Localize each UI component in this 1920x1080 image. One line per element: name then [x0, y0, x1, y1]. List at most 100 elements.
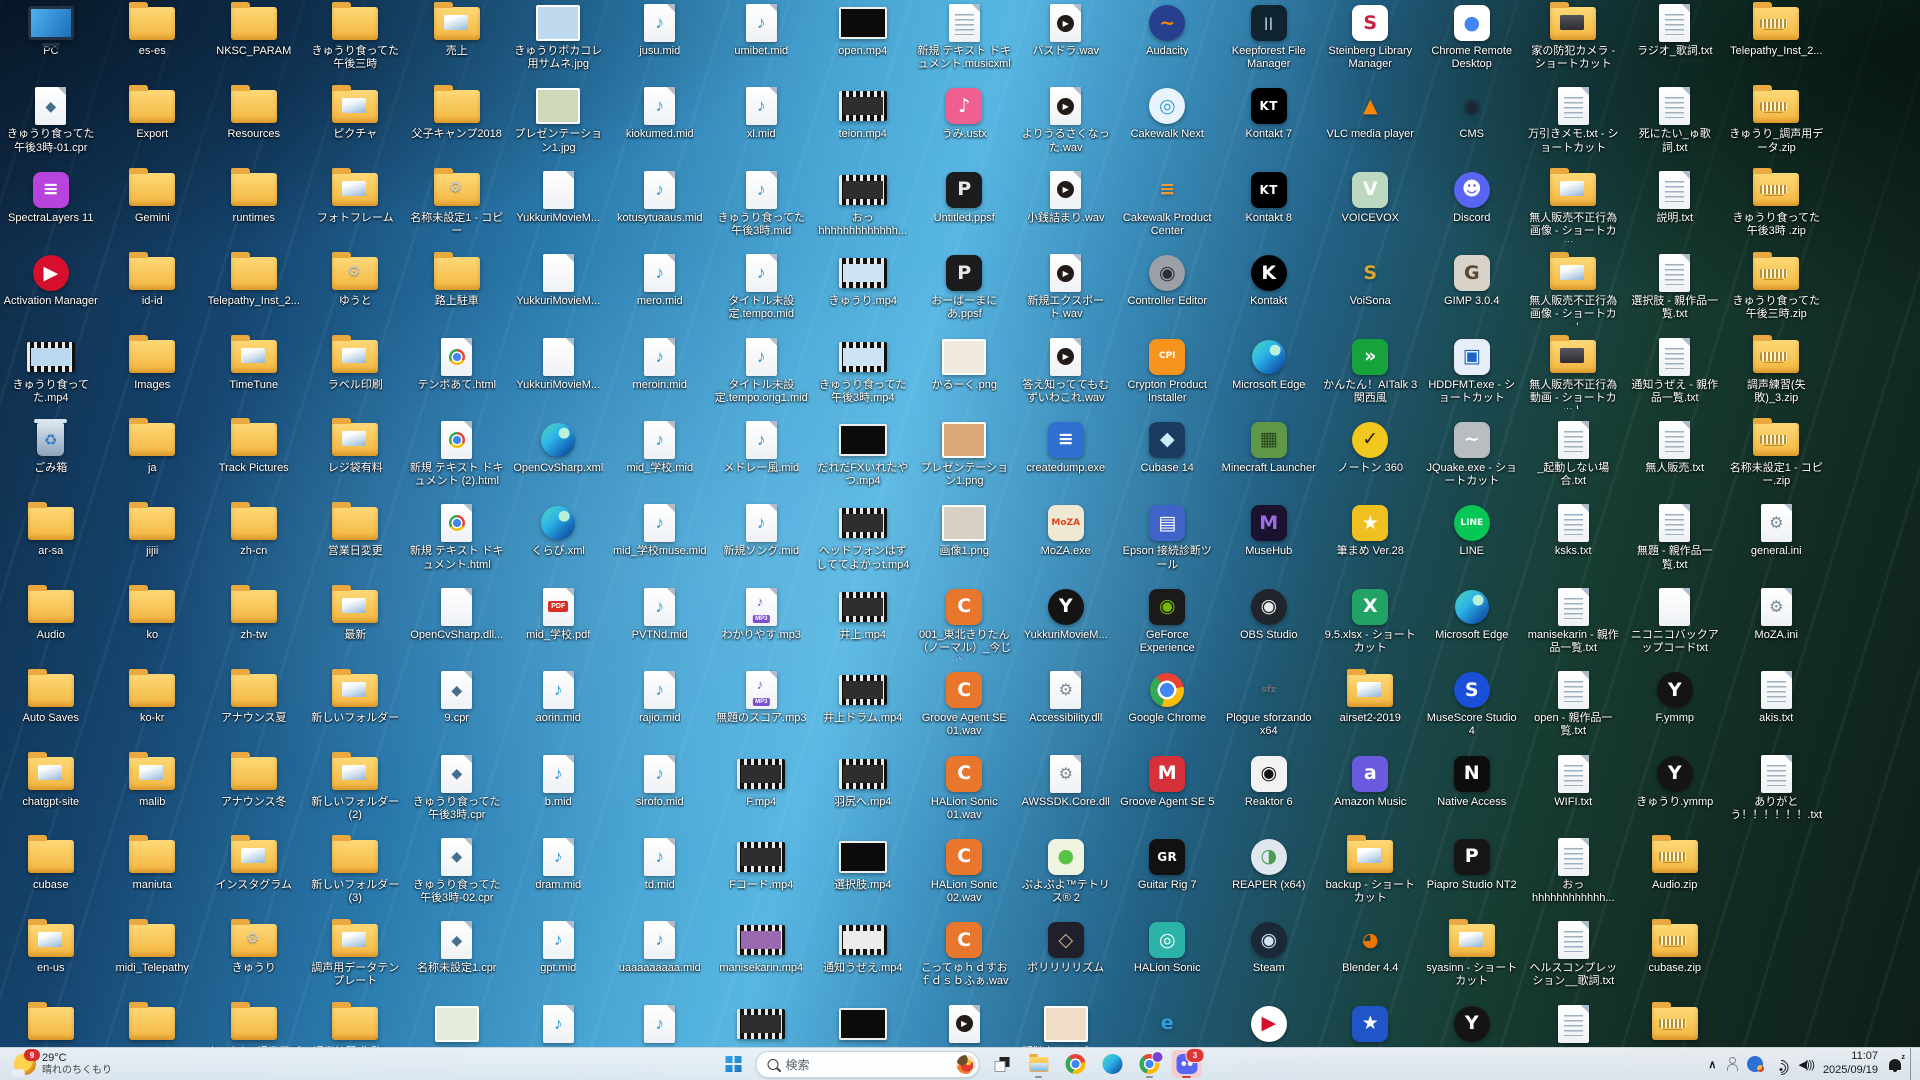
desktop-icon[interactable]: meroin.mid [609, 334, 711, 417]
desktop-icon[interactable]: ◎HALion Sonic [1117, 917, 1219, 1000]
desktop-icon[interactable]: gpt.mid [508, 917, 610, 1000]
desktop-icon[interactable]: YukkuriMovieM... [508, 334, 610, 417]
desktop-icon[interactable]: mid_学校muse.mid [609, 500, 711, 583]
desktop-icon[interactable]: Telepathy_Inst_2... [1726, 0, 1828, 83]
search-input[interactable]: 検索 [756, 1051, 980, 1078]
desktop-icon[interactable]: おっhhhhhhhhhhhhh... [812, 167, 914, 250]
desktop-icon[interactable]: 無人販売不正行為画像 - ショートカット [1523, 250, 1625, 333]
desktop-icon[interactable]: Audio.zip [1624, 834, 1726, 917]
desktop-icon[interactable]: MGroove Agent SE 5 [1117, 751, 1219, 834]
desktop-icon[interactable]: ≡createdump.exe [1015, 417, 1117, 500]
desktop-icon[interactable]: ||Keepforest File Manager [1218, 0, 1320, 83]
desktop-icon[interactable]: きゅうり食ってた午後3時-01.cpr [0, 83, 102, 166]
tray-chevron-up-icon[interactable]: ∧ [1708, 1058, 1716, 1071]
desktop-icon[interactable]: ◉GeForce Experience [1117, 584, 1219, 667]
desktop-icon[interactable]: id-id [102, 250, 204, 333]
desktop-icon[interactable]: よりうるさくなった.wav [1015, 83, 1117, 166]
desktop-icon[interactable]: ◆Cubase 14 [1117, 417, 1219, 500]
desktop-icon[interactable]: 営業日変更 [305, 500, 407, 583]
taskbar-edge[interactable] [1098, 1050, 1128, 1078]
desktop-icon[interactable]: PVTNd.mid [609, 584, 711, 667]
desktop-icon[interactable]: Gemini [102, 167, 204, 250]
desktop-icon[interactable]: 井上ドラム.mp4 [812, 667, 914, 750]
desktop-icon[interactable]: 新規 テキスト ドキュメント.html [406, 500, 508, 583]
desktop-icon[interactable]: ▤Epson 接続診断ツール [1117, 500, 1219, 583]
desktop-icon[interactable]: ✓ノートン 360 [1320, 417, 1422, 500]
desktop-icon[interactable]: 名称未設定1.cpr [406, 917, 508, 1000]
desktop-icon[interactable]: syasinn - ショートカット [1421, 917, 1523, 1000]
desktop-icon[interactable]: en-us [0, 917, 102, 1000]
desktop-icon[interactable]: 父子キャンプ2018 [406, 83, 508, 166]
desktop-icon[interactable]: ja [102, 417, 204, 500]
desktop-icon[interactable]: manisekarin.mp4 [711, 917, 813, 1000]
desktop-icon[interactable]: タイトル未設定.tempo.mid [711, 250, 813, 333]
desktop-icon[interactable]: 調声練習(失敗)_3.zip [1726, 334, 1828, 417]
desktop-icon[interactable]: ラジオ_歌詞.txt [1624, 0, 1726, 83]
desktop-icon[interactable]: KTKontakt 7 [1218, 83, 1320, 166]
desktop-icon[interactable]: ~Audacity [1117, 0, 1219, 83]
desktop-icon[interactable]: ▲VLC media player [1320, 83, 1422, 166]
desktop-icon[interactable]: MP3無題のスコア.mp3 [711, 667, 813, 750]
volume-icon[interactable]: ◀))) [1798, 1058, 1813, 1071]
desktop-icon[interactable]: ar-sa [0, 500, 102, 583]
desktop-icon[interactable]: 井上.mp4 [812, 584, 914, 667]
desktop-icon[interactable]: cubase.zip [1624, 917, 1726, 1000]
desktop-icon[interactable]: Yきゅうり.ymmp [1624, 751, 1726, 834]
desktop-icon[interactable]: ◉Controller Editor [1117, 250, 1219, 333]
desktop-icon[interactable]: Pおーばーまにあ.ppsf [914, 250, 1016, 333]
desktop-icon[interactable]: Microsoft Edge [1218, 334, 1320, 417]
desktop-icon[interactable]: フォトフレーム [305, 167, 407, 250]
desktop-icon[interactable]: ◉Reaktor 6 [1218, 751, 1320, 834]
desktop-icon[interactable]: 死にたい_ゅ歌詞.txt [1624, 83, 1726, 166]
desktop-icon[interactable]: rajio.mid [609, 667, 711, 750]
desktop-icon[interactable]: ◎Cakewalk Next [1117, 83, 1219, 166]
desktop-icon[interactable]: きゅうり食ってた午後3時 .zip [1726, 167, 1828, 250]
desktop-icon[interactable]: 通知うぜえ.mp4 [812, 917, 914, 1000]
desktop-icon[interactable]: アナウンス夏 [203, 667, 305, 750]
desktop-icon[interactable]: YF.ymmp [1624, 667, 1726, 750]
desktop-icon[interactable]: akis.txt [1726, 667, 1828, 750]
wifi-icon[interactable] [1772, 1058, 1789, 1071]
desktop-icon[interactable]: ゆうと [305, 250, 407, 333]
desktop-icon[interactable]: きゅうり食ってた午後三時 [305, 0, 407, 83]
desktop-icon[interactable]: ksks.txt [1523, 500, 1625, 583]
desktop-icon[interactable]: ラベル印刷 [305, 334, 407, 417]
desktop-icon[interactable]: manisekarin - 親作品一覧.txt [1523, 584, 1625, 667]
desktop-icon[interactable]: 選択肢 - 親作品一覧.txt [1624, 250, 1726, 333]
desktop-icon[interactable] [1624, 1001, 1726, 1048]
desktop-icon[interactable]: GRGuitar Rig 7 [1117, 834, 1219, 917]
desktop-icon[interactable]: teion.mp4 [812, 83, 914, 166]
desktop-icon[interactable]: 無人販売.txt [1624, 417, 1726, 500]
desktop-icon[interactable]: きゅうり食ってた午後三時.zip [1726, 250, 1828, 333]
desktop-icon[interactable]: ヘルスコンプレッション__歌詞.txt [1523, 917, 1625, 1000]
desktop-icon[interactable]: jijii [102, 500, 204, 583]
desktop-icon[interactable]: 新しいフォルダー (2) [305, 751, 407, 834]
desktop-icon[interactable]: 名称未設定1 - コピー.zip [1726, 417, 1828, 500]
show-desktop-button[interactable] [1910, 1048, 1916, 1080]
desktop-icon[interactable]: MMuseHub [1218, 500, 1320, 583]
desktop-icon[interactable]: SMuseScore Studio 4 [1421, 667, 1523, 750]
desktop-icon[interactable]: PPiapro Studio NT2 [1421, 834, 1523, 917]
start-button[interactable] [719, 1050, 749, 1078]
desktop-icon[interactable]: KKontakt [1218, 250, 1320, 333]
desktop-icon[interactable]: Audio [0, 584, 102, 667]
desktop-icon[interactable]: WIFI.txt [1523, 751, 1625, 834]
desktop-icon[interactable]: YukkuriMovieM... [508, 167, 610, 250]
desktop-icon[interactable]: es-es [102, 0, 204, 83]
desktop-icon[interactable]: kotusytuaaus.mid [609, 167, 711, 250]
desktop-icon[interactable]: おっhhhhhhhhhhhh... [1523, 834, 1625, 917]
desktop-icon[interactable]: Export [102, 83, 204, 166]
desktop-icon[interactable]: KTKontakt 8 [1218, 167, 1320, 250]
desktop-icon[interactable] [711, 1001, 813, 1048]
desktop-icon[interactable]: jusu.mid [609, 0, 711, 83]
desktop-icon[interactable]: YYukkuriMovieM... [1015, 584, 1117, 667]
desktop-icon[interactable]: アナウンス冬 [203, 751, 305, 834]
desktop-icon[interactable]: OpenCvSharp.xml [508, 417, 610, 500]
desktop-icon[interactable]: xl.mid [711, 83, 813, 166]
desktop-icon[interactable]: 9.cpr [406, 667, 508, 750]
desktop-icon[interactable]: 調声練習(失敗)_3 [305, 1001, 407, 1048]
desktop-icon[interactable]: プレゼンテーション1.png [914, 417, 1016, 500]
desktop-icon[interactable]: ♪うみ.ustx [914, 83, 1016, 166]
desktop-icon[interactable]: eInternet Expl [1117, 1001, 1219, 1048]
desktop-icon[interactable]: aorin.mid [508, 667, 610, 750]
